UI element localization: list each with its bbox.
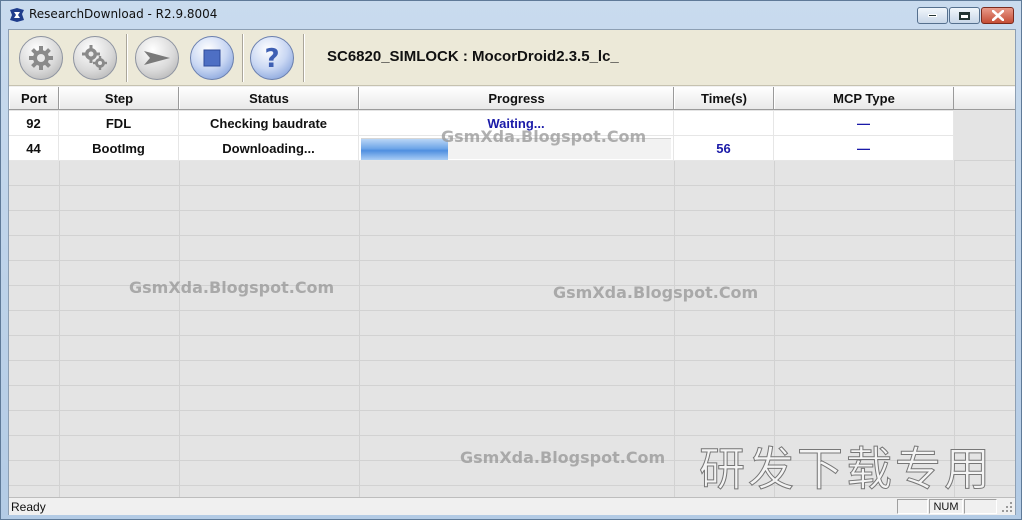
title-bar[interactable]: ResearchDownload - R2.9.8004 bbox=[1, 1, 1021, 29]
status-bar: Ready NUM bbox=[9, 497, 1015, 515]
close-icon bbox=[991, 10, 1004, 21]
play-arrow-icon bbox=[144, 51, 170, 65]
col-header-mcp-type[interactable]: MCP Type bbox=[774, 87, 954, 109]
toolbar-separator bbox=[303, 34, 305, 82]
app-icon bbox=[10, 8, 24, 22]
grid-line bbox=[9, 310, 1015, 311]
gear-icon bbox=[29, 46, 53, 70]
time-cell bbox=[674, 111, 774, 136]
progress-text: Waiting... bbox=[487, 115, 545, 131]
grid-line bbox=[9, 410, 1015, 411]
grid-line bbox=[9, 185, 1015, 186]
grid-line bbox=[674, 160, 675, 497]
mcp-type-cell: — bbox=[774, 136, 954, 161]
gears-icon bbox=[82, 45, 107, 70]
status-pane bbox=[964, 499, 997, 514]
step-cell: FDL bbox=[59, 111, 179, 136]
grid-header: Port Step Status Progress Time(s) MCP Ty… bbox=[9, 87, 1015, 110]
minimize-button[interactable] bbox=[917, 7, 948, 24]
grid-line bbox=[9, 385, 1015, 386]
svg-text:?: ? bbox=[264, 44, 279, 72]
toolbar-separator bbox=[126, 34, 128, 82]
col-header-status[interactable]: Status bbox=[179, 87, 359, 109]
toolbar: ? SC6820_SIMLOCK : MocorDroid2.3.5_lc_ bbox=[9, 30, 1015, 86]
grid-line bbox=[9, 260, 1015, 261]
grid-line bbox=[9, 235, 1015, 236]
grid-line bbox=[9, 335, 1015, 336]
watermark-text: GsmXda.Blogspot.Com bbox=[129, 278, 335, 297]
col-header-time[interactable]: Time(s) bbox=[674, 87, 774, 109]
start-button[interactable] bbox=[135, 36, 179, 80]
progress-cell: Waiting... bbox=[359, 111, 674, 136]
col-header-step[interactable]: Step bbox=[59, 87, 179, 109]
grid-line bbox=[9, 210, 1015, 211]
time-cell: 56 bbox=[674, 136, 774, 161]
grid-line bbox=[359, 160, 360, 497]
grid-line bbox=[9, 360, 1015, 361]
port-cell: 44 bbox=[9, 136, 59, 161]
main-window: ResearchDownload - R2.9.8004 ? SC6820_SI… bbox=[0, 0, 1022, 520]
progress-bar bbox=[361, 138, 671, 160]
stop-square-icon bbox=[203, 49, 221, 67]
port-cell: 92 bbox=[9, 111, 59, 136]
table-row[interactable]: 92 FDL Checking baudrate Waiting... — bbox=[9, 111, 955, 136]
step-cell: BootImg bbox=[59, 136, 179, 161]
maximize-button[interactable] bbox=[949, 7, 980, 24]
toolbar-separator bbox=[242, 34, 244, 82]
stop-button[interactable] bbox=[190, 36, 234, 80]
col-header-port[interactable]: Port bbox=[9, 87, 59, 109]
maximize-icon bbox=[959, 11, 970, 20]
progress-cell bbox=[359, 136, 674, 161]
watermark-text: GsmXda.Blogspot.Com bbox=[460, 448, 666, 467]
help-button[interactable]: ? bbox=[250, 36, 294, 80]
chinese-watermark: 研发下载专用 bbox=[699, 442, 993, 497]
table-row[interactable]: 44 BootImg Downloading... 56 — bbox=[9, 136, 955, 161]
grid-line bbox=[9, 285, 1015, 286]
col-header-progress[interactable]: Progress bbox=[359, 87, 674, 109]
question-icon: ? bbox=[264, 44, 279, 72]
status-cell: Downloading... bbox=[179, 136, 359, 161]
grid-line bbox=[59, 160, 60, 497]
progress-fill bbox=[361, 139, 448, 160]
window-title: ResearchDownload - R2.9.8004 bbox=[29, 7, 218, 21]
resize-grip-icon[interactable] bbox=[1001, 501, 1013, 513]
mcp-type-cell: — bbox=[774, 111, 954, 136]
status-text: Ready bbox=[11, 500, 46, 514]
firmware-title: SC6820_SIMLOCK : MocorDroid2.3.5_lc_ bbox=[327, 48, 619, 65]
advanced-settings-button[interactable] bbox=[73, 36, 117, 80]
grid-line bbox=[179, 160, 180, 497]
minimize-icon bbox=[928, 14, 937, 17]
close-button[interactable] bbox=[981, 7, 1014, 24]
status-cell: Checking baudrate bbox=[179, 111, 359, 136]
status-pane bbox=[897, 499, 928, 514]
settings-button[interactable] bbox=[19, 36, 63, 80]
num-lock-indicator: NUM bbox=[929, 499, 963, 514]
